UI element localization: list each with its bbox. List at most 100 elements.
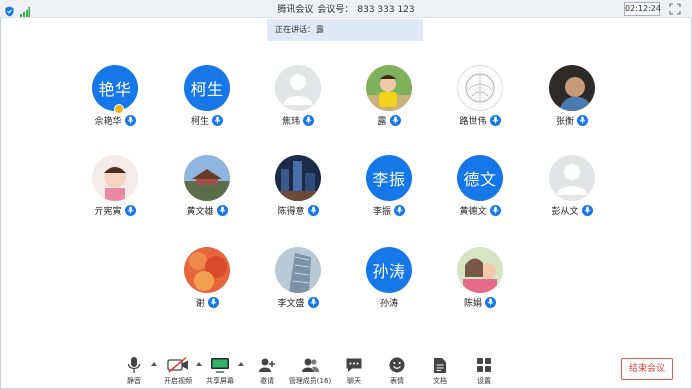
participant-tile[interactable]: 焦玮 (258, 65, 338, 127)
participant-name: 焦玮 (281, 116, 300, 127)
participant-name-row: 李振 (349, 203, 429, 217)
participant-name: 孙涛 (379, 298, 398, 309)
participant-tile[interactable]: 黄文雄 (167, 155, 247, 217)
participant-tile[interactable]: 彭从文 (532, 155, 612, 217)
avatar-photo-temple (184, 155, 230, 201)
chat-icon (331, 355, 377, 375)
mic-icon[interactable] (489, 204, 501, 216)
mic-icon[interactable] (581, 204, 593, 216)
speaking-label: 正在讲话： (275, 25, 315, 34)
participant-tile[interactable]: 亓宪寅 (75, 155, 155, 217)
speaking-indicator: 正在讲话：露 (267, 19, 423, 41)
participant-tile[interactable]: 德文 黄德文 (440, 155, 520, 217)
invite-label: 邀请 (260, 377, 274, 385)
settings-button[interactable]: 设置 (461, 355, 507, 386)
participant-tile[interactable]: 露 (349, 65, 429, 127)
participant-name: 李振 (372, 206, 391, 217)
avatar: 艳华 (92, 65, 138, 114)
participant-name-row: 陈得意 (258, 203, 338, 217)
participant-name: 黄德文 (459, 206, 487, 217)
mic-icon[interactable] (485, 296, 496, 308)
participant-name-row: 亓宪寅 (75, 203, 155, 217)
mute-button[interactable]: 静音 (111, 355, 157, 386)
avatar: 孙涛 (366, 247, 412, 293)
mic-icon[interactable] (303, 114, 314, 126)
avatar: 德文 (457, 155, 503, 201)
avatar-photo-girls (457, 247, 503, 293)
members-icon (287, 355, 333, 375)
mic-icon[interactable] (307, 296, 319, 308)
participant-tile[interactable]: 艳华 佘艳华 (75, 65, 155, 127)
participant-name-row: 柯生 (167, 113, 247, 127)
chat-button[interactable]: 聊天 (331, 355, 377, 386)
participant-tile[interactable]: 柯生 柯生 (167, 65, 247, 127)
settings-label: 设置 (477, 377, 491, 385)
invite-button[interactable]: 邀请 (244, 355, 290, 386)
participant-name: 陈得意 (277, 206, 305, 217)
participant-tile[interactable]: 李文盛 (258, 247, 338, 309)
meeting-timer: 02:12:24 (624, 2, 661, 16)
avatar-photo-sketch (457, 65, 503, 111)
meeting-title: 腾讯会议 会议号： 833 333 123 (0, 2, 692, 15)
participant-name-row: 陈娟 (440, 295, 520, 309)
participant-name: 柯生 (190, 116, 209, 127)
speaking-name: 露 (316, 25, 324, 34)
docs-label: 文档 (433, 377, 447, 385)
meeting-id-label: 会议号： (317, 5, 354, 15)
default-avatar-icon (549, 155, 595, 201)
default-avatar-icon (275, 65, 321, 111)
participant-name-row: 黄德文 (440, 203, 520, 217)
mic-icon[interactable] (212, 114, 223, 126)
meeting-toolbar: 静音 开启视频 共享屏幕 邀请 管理成员(16) 聊天 表情 文档 设置 (0, 350, 692, 389)
mic-icon[interactable] (577, 114, 588, 126)
grid-settings-icon (461, 355, 507, 375)
mic-icon[interactable] (124, 114, 136, 126)
avatar: 李振 (366, 155, 412, 201)
participant-name: 李文盛 (277, 298, 305, 309)
avatar-photo-building (275, 247, 321, 293)
participant-name: 彭从文 (551, 206, 579, 217)
mic-icon[interactable] (389, 114, 401, 126)
fullscreen-icon[interactable] (668, 1, 682, 15)
meeting-id[interactable]: 833 333 123 (357, 5, 414, 15)
start-video-button[interactable]: 开启视频 (155, 355, 201, 386)
participant-name-row: 李文盛 (258, 295, 338, 309)
participant-tile[interactable]: 李振 李振 (349, 155, 429, 217)
mic-icon[interactable] (394, 204, 405, 216)
mic-icon[interactable] (307, 204, 319, 216)
mic-icon[interactable] (489, 114, 501, 126)
participant-name-row: 彭从文 (532, 203, 612, 217)
participant-name: 谢 (195, 298, 205, 309)
mute-label: 静音 (127, 377, 141, 385)
participant-name-row: 焦玮 (258, 113, 338, 127)
reactions-button[interactable]: 表情 (374, 355, 420, 386)
chat-label: 聊天 (347, 377, 361, 385)
participant-tile[interactable]: 陈得意 (258, 155, 338, 217)
participant-tile[interactable]: 路世伟 (440, 65, 520, 127)
title-bar: 腾讯会议 会议号： 833 333 123 02:12:24 (0, 0, 692, 18)
mic-icon[interactable] (124, 204, 136, 216)
participant-tile[interactable]: 张衡 (532, 65, 612, 127)
participant-tile[interactable]: 陈娟 (440, 247, 520, 309)
camera-off-icon (155, 355, 201, 375)
participant-name-row: 黄文雄 (167, 203, 247, 217)
smile-icon (374, 355, 420, 375)
manage-members-button[interactable]: 管理成员(16) (287, 355, 333, 386)
participant-name-row: 张衡 (532, 113, 612, 127)
participant-name: 露 (377, 116, 387, 127)
share-screen-button[interactable]: 共享屏幕 (197, 355, 243, 386)
participant-name-row: 路世伟 (440, 113, 520, 127)
docs-button[interactable]: 文档 (417, 355, 463, 386)
participant-tile[interactable]: 孙涛 孙涛 (349, 247, 429, 309)
avatar-photo-child (366, 65, 412, 111)
mic-icon[interactable] (216, 204, 228, 216)
participant-name: 亓宪寅 (94, 206, 122, 217)
mic-icon[interactable] (207, 296, 219, 308)
app-name: 腾讯会议 (277, 5, 314, 15)
participant-name: 张衡 (555, 116, 574, 127)
participant-tile[interactable]: 谢 (167, 247, 247, 309)
participant-name: 佘艳华 (94, 116, 122, 127)
participant-name-row: 孙涛 (349, 295, 429, 309)
end-meeting-button[interactable]: 结束会议 (621, 358, 673, 380)
start-video-label: 开启视频 (164, 377, 192, 385)
